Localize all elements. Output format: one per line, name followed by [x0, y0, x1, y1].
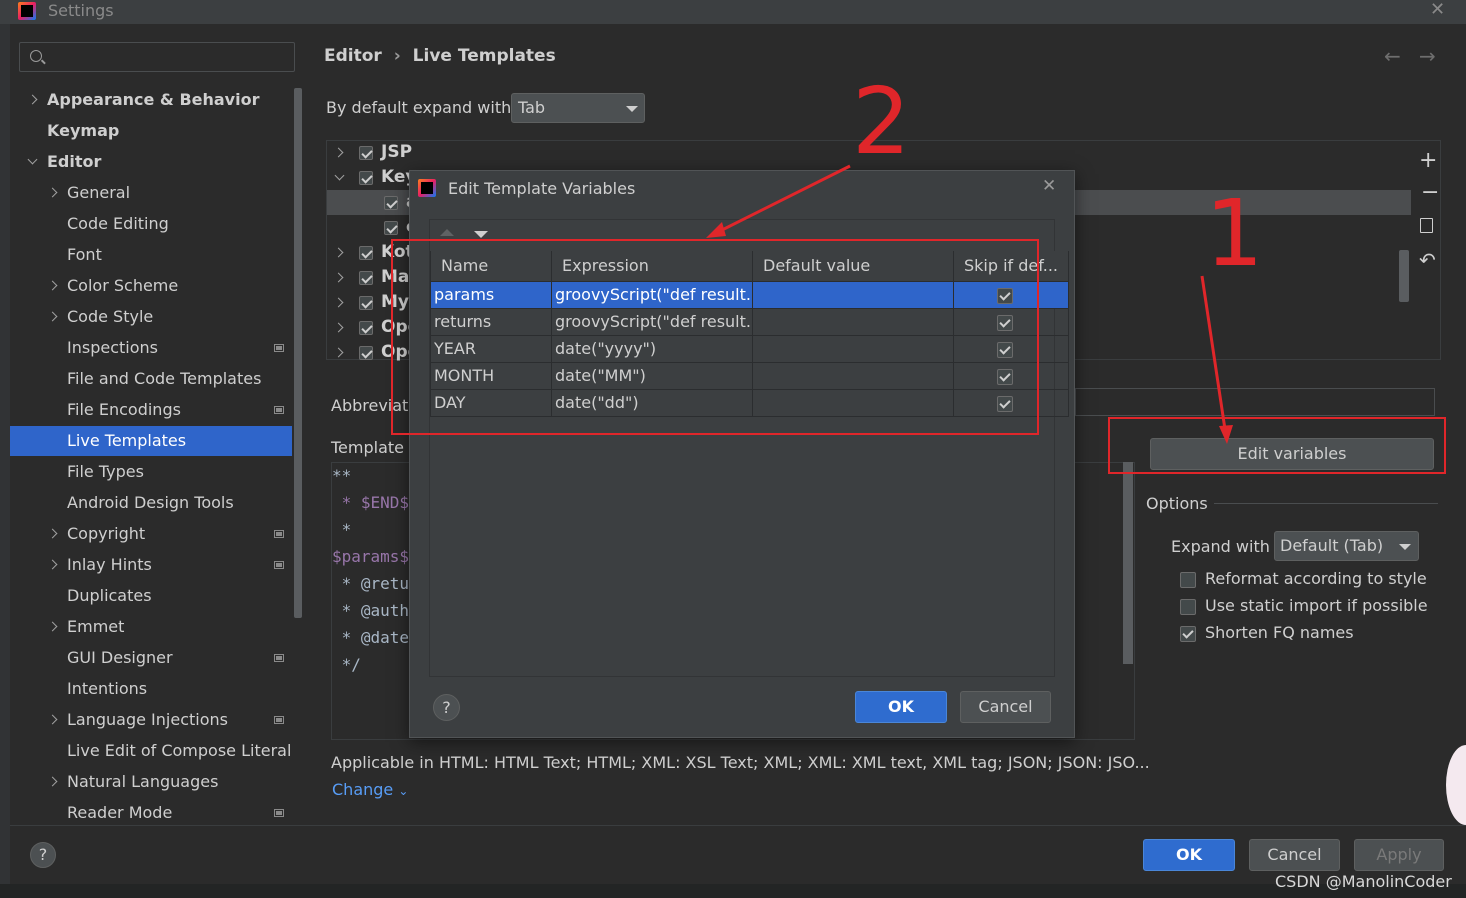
annotation-arrow-two — [713, 164, 851, 236]
annotation-arrowhead-two — [706, 222, 726, 238]
annotation-arrows — [706, 164, 1233, 444]
annotation-arrowhead-one — [1219, 425, 1233, 444]
annotation-arrow-one — [1200, 275, 1228, 437]
